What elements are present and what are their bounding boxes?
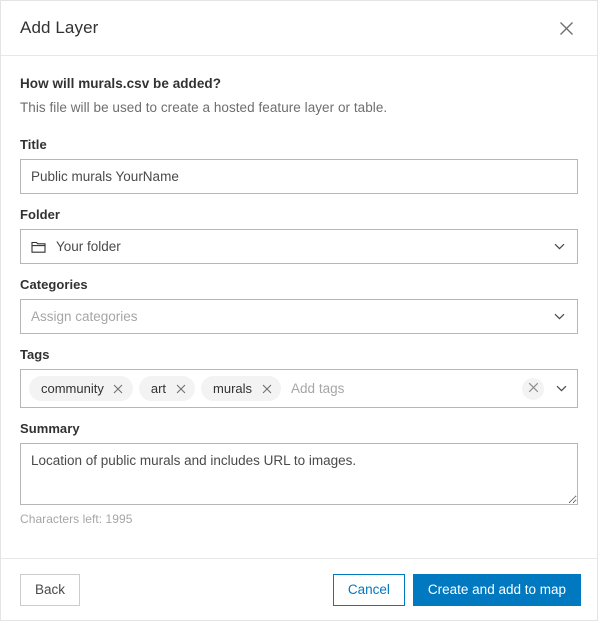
folder-select[interactable]: Your folder xyxy=(20,229,578,264)
dialog-body: How will murals.csv be added? This file … xyxy=(1,56,597,558)
tag-label: community xyxy=(41,381,104,396)
tags-chevron-down-icon[interactable] xyxy=(553,381,569,397)
tag-pill: murals xyxy=(201,376,282,401)
close-button[interactable] xyxy=(551,13,581,43)
field-categories: Categories Assign categories xyxy=(20,277,578,334)
cancel-button[interactable]: Cancel xyxy=(332,573,405,606)
dialog-footer: Back Cancel Create and add to map xyxy=(1,558,597,620)
tag-remove-icon[interactable] xyxy=(111,381,126,396)
tag-list: community art murals xyxy=(29,376,287,401)
chevron-down-icon xyxy=(551,309,567,325)
categories-select[interactable]: Assign categories xyxy=(20,299,578,334)
create-and-add-to-map-button[interactable]: Create and add to map xyxy=(412,573,581,606)
tags-combobox[interactable]: community art murals xyxy=(20,369,578,408)
add-layer-dialog: Add Layer How will murals.csv be added? … xyxy=(0,0,598,621)
prompt-subtext: This file will be used to create a hoste… xyxy=(20,100,388,115)
prompt-heading: How will murals.csv be added? xyxy=(20,76,222,91)
characters-left-text: Characters left: 1995 xyxy=(20,512,133,526)
categories-label: Categories xyxy=(20,277,88,292)
categories-placeholder: Assign categories xyxy=(31,309,138,324)
close-icon xyxy=(528,380,539,398)
dialog-header: Add Layer xyxy=(1,1,597,56)
tag-pill: art xyxy=(138,376,196,401)
tags-input[interactable] xyxy=(287,381,522,396)
folder-label: Folder xyxy=(20,207,61,222)
tag-label: art xyxy=(150,381,167,396)
chevron-down-icon xyxy=(551,239,567,255)
back-button[interactable]: Back xyxy=(20,573,81,606)
page-title: Add Layer xyxy=(20,18,99,37)
tags-clear-button[interactable] xyxy=(522,377,544,400)
close-icon xyxy=(559,21,574,36)
folder-value: Your folder xyxy=(56,239,121,254)
field-title: Title xyxy=(20,137,578,194)
tags-label: Tags xyxy=(20,347,50,362)
field-tags: Tags community art murals xyxy=(20,347,578,408)
tag-pill: community xyxy=(29,376,133,401)
tag-remove-icon[interactable] xyxy=(259,381,274,396)
field-summary: Summary Location of public murals and in… xyxy=(20,421,578,526)
tag-remove-icon[interactable] xyxy=(173,381,188,396)
summary-textarea[interactable]: Location of public murals and includes U… xyxy=(20,443,578,505)
field-folder: Folder Your folder xyxy=(20,207,578,264)
title-label: Title xyxy=(20,137,47,152)
folder-icon xyxy=(31,240,46,254)
summary-label: Summary xyxy=(20,421,80,436)
title-input[interactable] xyxy=(20,159,578,194)
tag-label: murals xyxy=(213,381,253,396)
